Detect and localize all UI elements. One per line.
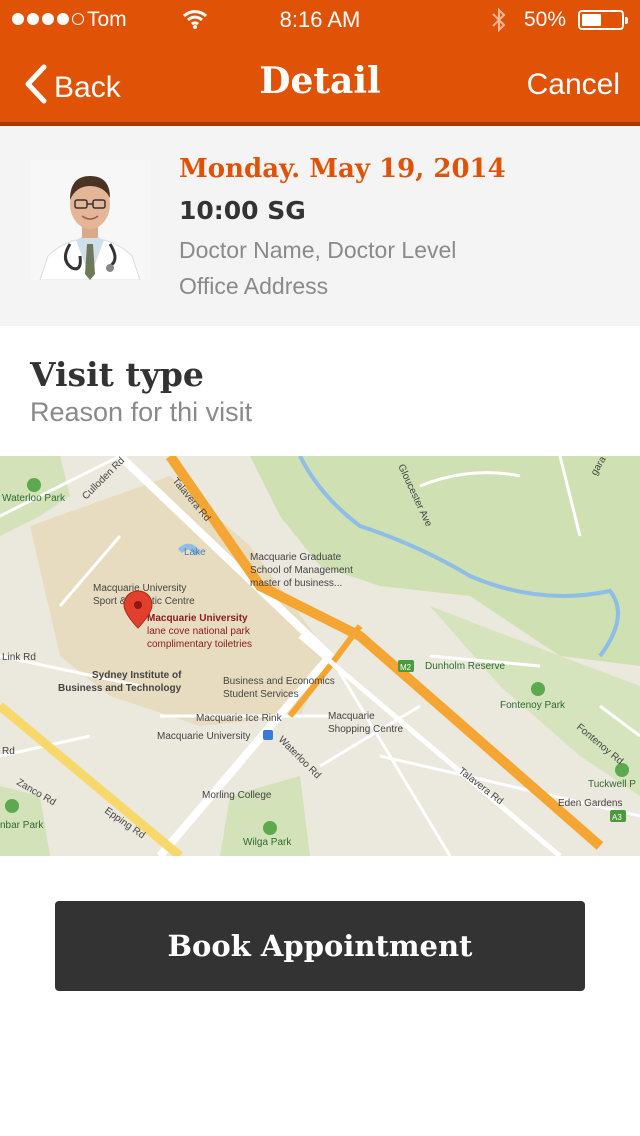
doctor-name: Doctor Name, Doctor Level <box>179 237 457 263</box>
map-label: lane cove national park <box>147 626 251 637</box>
map-label: Macquarie University <box>147 613 248 624</box>
map-label: Sydney Institute of <box>92 670 182 681</box>
doctor-photo <box>30 160 150 280</box>
map-label: Eden Gardens <box>558 798 623 809</box>
appointment-summary: Monday. May 19, 2014 10:00 SG Doctor Nam… <box>0 126 640 326</box>
appointment-time: 10:00 SG <box>179 196 306 225</box>
m2-shield-label: M2 <box>400 663 412 672</box>
visit-reason: Reason for thi visit <box>30 397 253 427</box>
map-label: Waterloo Park <box>2 493 66 504</box>
visit-type-heading: Visit type <box>30 355 204 394</box>
map-label: Rd <box>2 746 15 757</box>
book-appointment-button[interactable]: Book Appointment <box>55 901 585 991</box>
bluetooth-icon <box>490 6 508 39</box>
map-label: School of Management <box>250 565 353 576</box>
map-label: Business and Economics <box>223 676 335 687</box>
map-label: Link Rd <box>2 652 36 663</box>
map-label: Dunholm Reserve <box>425 661 505 672</box>
train-station-icon <box>263 730 273 740</box>
battery-percent: 50% <box>524 8 567 31</box>
m2-shield-icon: M2 <box>398 660 414 672</box>
appointment-date: Monday. May 19, 2014 <box>179 154 506 184</box>
map-label: Macquarie <box>328 711 375 722</box>
cancel-button[interactable]: Cancel <box>527 68 620 102</box>
office-address: Office Address <box>179 273 329 299</box>
a3-shield-icon: A3 <box>610 810 626 822</box>
map-label: master of business... <box>250 578 342 589</box>
map-label: Wilga Park <box>243 837 292 848</box>
map-label: Morling College <box>202 790 272 801</box>
map-label: Student Services <box>223 689 299 700</box>
map-label: nbar Park <box>0 820 44 831</box>
a3-shield-label: A3 <box>612 813 622 822</box>
navigation-bar: Back Detail Cancel <box>0 40 640 126</box>
map-label: Fontenoy Park <box>500 700 566 711</box>
location-map[interactable]: Waterloo Park Culloden Rd Talavera Rd La… <box>0 456 640 856</box>
map-label: Macquarie Ice Rink <box>196 713 283 724</box>
map-label: Tuckwell P <box>588 779 636 790</box>
map-label: Lake <box>184 547 206 558</box>
map-label: Macquarie Graduate <box>250 552 342 563</box>
map-label: complimentary toiletries <box>147 639 252 650</box>
map-label: Business and Technology <box>58 683 182 694</box>
battery-icon <box>578 10 628 30</box>
status-bar: Tom 8:16 AM 50% <box>0 0 640 40</box>
map-label: Shopping Centre <box>328 724 403 735</box>
map-label: Macquarie University <box>157 731 250 742</box>
